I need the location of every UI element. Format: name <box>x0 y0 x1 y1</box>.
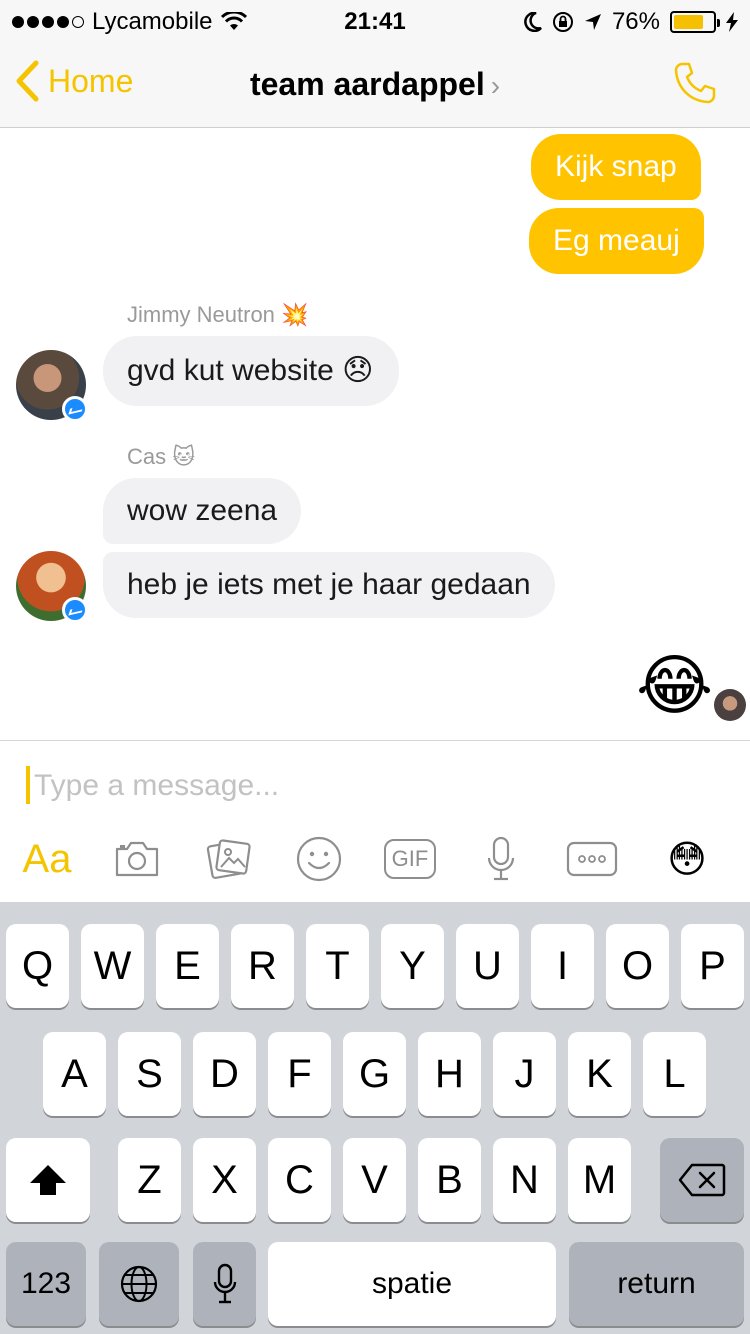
numbers-key[interactable]: 123 <box>6 1242 86 1326</box>
key-v[interactable]: V <box>343 1138 406 1222</box>
smiley-icon <box>296 836 342 882</box>
call-button[interactable] <box>672 60 718 111</box>
text-format-button[interactable]: Aa <box>20 834 74 884</box>
messenger-badge-icon <box>62 597 88 623</box>
shift-key[interactable] <box>6 1138 90 1222</box>
sender-name-label: Cas 🐱 <box>127 444 195 470</box>
camera-button[interactable] <box>112 834 162 884</box>
key-r[interactable]: R <box>231 924 294 1008</box>
key-z[interactable]: Z <box>118 1138 181 1222</box>
conversation-title[interactable]: team aardappel › <box>0 66 750 103</box>
message-input[interactable] <box>34 766 714 806</box>
key-w[interactable]: W <box>81 924 144 1008</box>
battery-percent: 76% <box>611 8 660 35</box>
location-arrow-icon <box>584 14 601 30</box>
key-k[interactable]: K <box>568 1032 631 1116</box>
gif-icon: GIF <box>384 839 436 879</box>
more-icon <box>566 841 618 877</box>
charging-bolt-icon <box>726 12 738 32</box>
key-h[interactable]: H <box>418 1032 481 1116</box>
key-y[interactable]: Y <box>381 924 444 1008</box>
backspace-key[interactable] <box>660 1138 744 1222</box>
key-l[interactable]: L <box>643 1032 706 1116</box>
outgoing-message[interactable]: Kijk snap <box>531 134 701 200</box>
microphone-icon <box>487 836 515 881</box>
sender-name: Cas <box>127 444 167 469</box>
battery-level <box>674 15 703 29</box>
sender-emoji: 🐱 <box>172 444 196 469</box>
key-q[interactable]: Q <box>6 924 69 1008</box>
chevron-right-icon: › <box>490 70 501 101</box>
status-right: 76% <box>524 8 738 36</box>
gif-button[interactable]: GIF <box>384 834 436 884</box>
status-bar: Lycamobile 21:41 76% <box>0 0 750 40</box>
key-a[interactable]: A <box>43 1032 106 1116</box>
outgoing-message[interactable]: Eg meauj <box>529 208 704 274</box>
key-x[interactable]: X <box>193 1138 256 1222</box>
key-o[interactable]: O <box>606 924 669 1008</box>
outgoing-emoji-message[interactable]: 😂 <box>636 648 713 722</box>
key-f[interactable]: F <box>268 1032 331 1116</box>
incoming-message[interactable]: gvd kut website 😞 <box>103 336 400 406</box>
key-p[interactable]: P <box>681 924 744 1008</box>
key-d[interactable]: D <box>193 1032 256 1116</box>
navigation-bar: Home team aardappel › <box>0 40 750 128</box>
sender-name: Jimmy Neutron <box>127 302 275 327</box>
incoming-message[interactable]: wow zeena <box>103 478 302 544</box>
read-receipt-avatar <box>714 689 746 721</box>
key-t[interactable]: T <box>306 924 369 1008</box>
voice-button[interactable] <box>486 834 516 884</box>
more-button[interactable] <box>566 834 618 884</box>
incoming-message[interactable]: heb je iets met je haar gedaan <box>103 552 555 618</box>
text-cursor <box>26 766 30 804</box>
conversation-name: team aardappel <box>249 66 485 102</box>
space-key[interactable]: spatie <box>268 1242 556 1326</box>
key-u[interactable]: U <box>456 924 519 1008</box>
return-key[interactable]: return <box>569 1242 744 1326</box>
rotation-lock-icon <box>552 12 573 32</box>
key-g[interactable]: G <box>343 1032 406 1116</box>
moon-icon <box>524 12 542 32</box>
sticker-button[interactable] <box>296 834 342 884</box>
camera-icon <box>115 841 159 877</box>
key-j[interactable]: J <box>493 1032 556 1116</box>
globe-icon <box>120 1265 158 1303</box>
backspace-icon <box>678 1163 726 1197</box>
shift-arrow-icon <box>30 1165 66 1195</box>
key-s[interactable]: S <box>118 1032 181 1116</box>
sender-emoji: 💥 <box>281 302 309 327</box>
sender-name-label: Jimmy Neutron 💥 <box>127 302 308 328</box>
key-i[interactable]: I <box>531 924 594 1008</box>
photo-gallery-icon <box>206 839 251 879</box>
microphone-icon <box>213 1263 236 1304</box>
photos-button[interactable] <box>204 834 252 884</box>
keyboard: Q W E R T Y U I O P A S D F G H J K L Z … <box>0 902 750 1334</box>
messenger-badge-icon <box>62 396 88 422</box>
dictation-key[interactable] <box>193 1242 256 1326</box>
key-b[interactable]: B <box>418 1138 481 1222</box>
key-c[interactable]: C <box>268 1138 331 1222</box>
battery-icon <box>670 11 720 33</box>
globe-key[interactable] <box>99 1242 179 1326</box>
emoji-button[interactable]: 😳 <box>664 834 710 884</box>
key-m[interactable]: M <box>568 1138 631 1222</box>
key-n[interactable]: N <box>493 1138 556 1222</box>
key-e[interactable]: E <box>156 924 219 1008</box>
phone-icon <box>674 62 716 104</box>
